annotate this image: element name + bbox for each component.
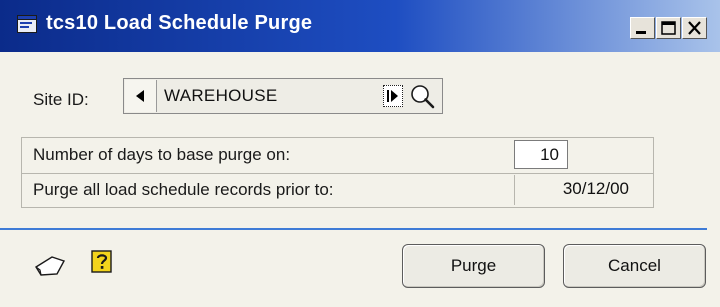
lookup-search-button[interactable]	[407, 82, 437, 110]
maximize-button[interactable]	[656, 17, 681, 39]
window-title: tcs10 Load Schedule Purge	[46, 12, 313, 34]
purge-prior-date: 30/12/00	[514, 175, 650, 205]
title-bar[interactable]: tcs10 Load Schedule Purge	[0, 0, 720, 52]
browse-next-button[interactable]	[383, 85, 403, 107]
purge-prior-date-value: 30/12/00	[562, 179, 629, 198]
site-id-value[interactable]: WAREHOUSE	[164, 86, 278, 106]
purge-button[interactable]: Purge	[402, 244, 545, 288]
load-schedule-purge-window: tcs10 Load Schedule Purge Site ID: WAREH…	[0, 0, 720, 307]
minimize-icon	[636, 31, 646, 34]
cancel-button[interactable]: Cancel	[563, 244, 706, 288]
site-id-lookup: WAREHOUSE	[123, 78, 443, 114]
lookup-search-icon	[411, 85, 435, 109]
maximize-icon	[661, 21, 676, 35]
close-button[interactable]	[682, 17, 707, 39]
days-input[interactable]: 10	[514, 140, 568, 169]
minimize-button[interactable]	[630, 17, 655, 39]
close-icon	[688, 21, 701, 35]
row-divider	[21, 173, 654, 174]
browse-previous-button[interactable]	[125, 80, 157, 112]
days-label: Number of days to base purge on:	[33, 145, 291, 164]
window-app-icon	[17, 15, 37, 33]
purge-prior-label: Purge all load schedule records prior to…	[33, 180, 334, 199]
note-icon[interactable]	[33, 252, 67, 278]
browse-next-icon	[387, 90, 398, 102]
footer-separator	[0, 228, 707, 230]
help-icon[interactable]	[91, 250, 113, 274]
browse-previous-icon	[136, 90, 144, 102]
site-id-label: Site ID:	[33, 90, 89, 109]
days-value: 10	[540, 145, 559, 164]
